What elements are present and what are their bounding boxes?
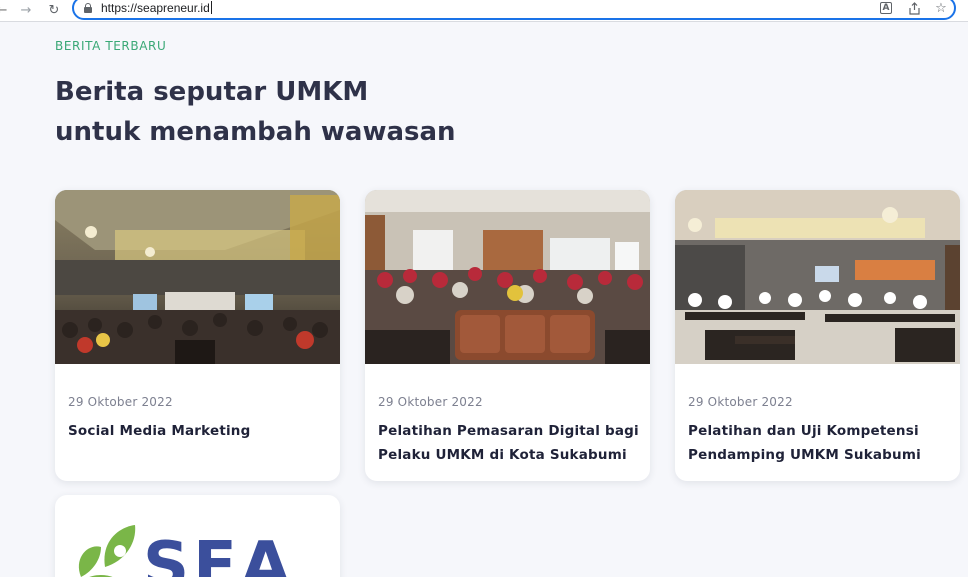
browser-toolbar: ← → ↻ https://seapreneur.id A ☆ xyxy=(0,0,968,22)
seapreneur-logo[interactable]: SEA xyxy=(55,495,340,577)
news-photo[interactable] xyxy=(675,190,960,364)
news-date: 29 Oktober 2022 xyxy=(378,395,483,409)
news-card[interactable]: 29 Oktober 2022 Social Media Marketing xyxy=(55,190,340,481)
section-title: Berita seputar UMKM untuk menambah wawas… xyxy=(55,72,456,152)
news-date: 29 Oktober 2022 xyxy=(68,395,173,409)
section-title-line-1: Berita seputar UMKM xyxy=(55,77,369,107)
news-title[interactable]: Social Media Marketing xyxy=(68,419,330,443)
news-photo[interactable] xyxy=(55,190,340,364)
section-title-line-2: untuk menambah wawasan xyxy=(55,117,456,147)
lock-icon[interactable] xyxy=(84,3,92,13)
news-date: 29 Oktober 2022 xyxy=(688,395,793,409)
share-icon[interactable] xyxy=(907,1,921,15)
address-bar[interactable]: https://seapreneur.id A ☆ xyxy=(72,0,956,20)
url-text[interactable]: https://seapreneur.id xyxy=(101,1,212,15)
section-kicker: BERITA TERBARU xyxy=(55,39,167,53)
news-title[interactable]: Pelatihan dan Uji Kompetensi Pendamping … xyxy=(688,419,950,467)
translate-icon[interactable]: A xyxy=(880,2,892,14)
arrow-left-icon[interactable]: ← xyxy=(0,0,10,20)
logo-text: SEA xyxy=(143,529,294,577)
news-photo[interactable] xyxy=(365,190,650,364)
news-card[interactable]: 29 Oktober 2022 Pelatihan dan Uji Kompet… xyxy=(675,190,960,481)
arrow-right-icon[interactable]: → xyxy=(16,0,36,20)
news-card[interactable]: 29 Oktober 2022 Pelatihan Pemasaran Digi… xyxy=(365,190,650,481)
leaf-icon xyxy=(78,525,136,577)
news-card[interactable]: SEA xyxy=(55,495,340,577)
news-title[interactable]: Pelatihan Pemasaran Digital bagi Pelaku … xyxy=(378,419,640,467)
reload-icon[interactable]: ↻ xyxy=(44,0,64,20)
star-icon[interactable]: ☆ xyxy=(934,1,948,16)
